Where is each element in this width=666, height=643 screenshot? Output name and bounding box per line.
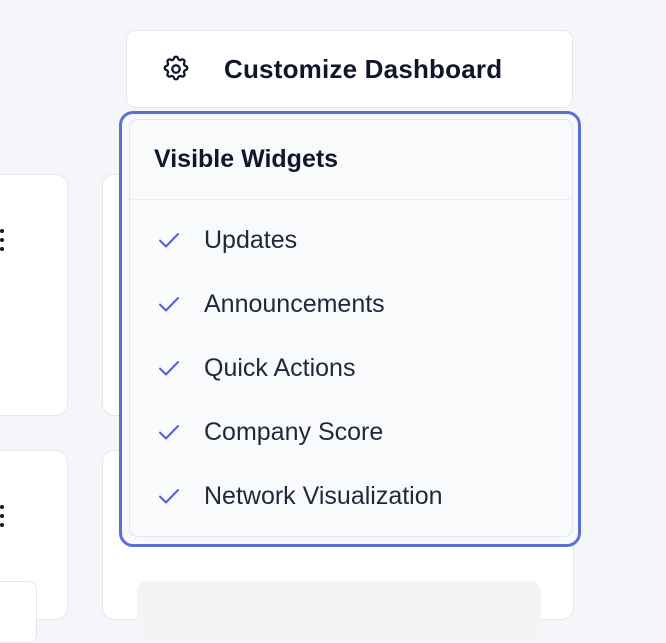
gear-icon	[160, 53, 192, 85]
dropdown-header: Visible Widgets	[130, 120, 572, 200]
widget-option-label: Network Visualization	[204, 481, 443, 510]
check-icon	[156, 419, 182, 445]
widget-option-company-score[interactable]: Company Score	[130, 400, 572, 464]
widget-option-label: Announcements	[204, 289, 385, 318]
widget-option-quick-actions[interactable]: Quick Actions	[130, 336, 572, 400]
inner-box	[137, 581, 541, 641]
widget-option-label: Updates	[204, 225, 298, 254]
check-icon	[156, 227, 182, 253]
inner-box	[0, 581, 37, 643]
widget-list: Updates Announcements Quick Actions Comp…	[130, 200, 572, 528]
dropdown-panel: Visible Widgets Updates Announcements Qu…	[129, 119, 573, 537]
dropdown-title: Visible Widgets	[154, 145, 339, 173]
customize-dashboard-label: Customize Dashboard	[224, 53, 503, 84]
widget-option-announcements[interactable]: Announcements	[130, 272, 572, 336]
more-options-icon[interactable]	[0, 229, 4, 251]
widget-option-label: Company Score	[204, 417, 384, 446]
widget-option-label: Quick Actions	[204, 353, 356, 382]
widget-option-network-visualization[interactable]: Network Visualization	[130, 464, 572, 528]
widget-card-left-bottom	[0, 450, 68, 643]
widget-card-left-top	[0, 174, 68, 416]
check-icon	[156, 483, 182, 509]
visible-widgets-dropdown: Visible Widgets Updates Announcements Qu…	[119, 111, 581, 547]
more-options-icon[interactable]	[0, 505, 4, 527]
customize-dashboard-button[interactable]: Customize Dashboard	[126, 30, 573, 108]
check-icon	[156, 291, 182, 317]
check-icon	[156, 355, 182, 381]
widget-option-updates[interactable]: Updates	[130, 208, 572, 272]
